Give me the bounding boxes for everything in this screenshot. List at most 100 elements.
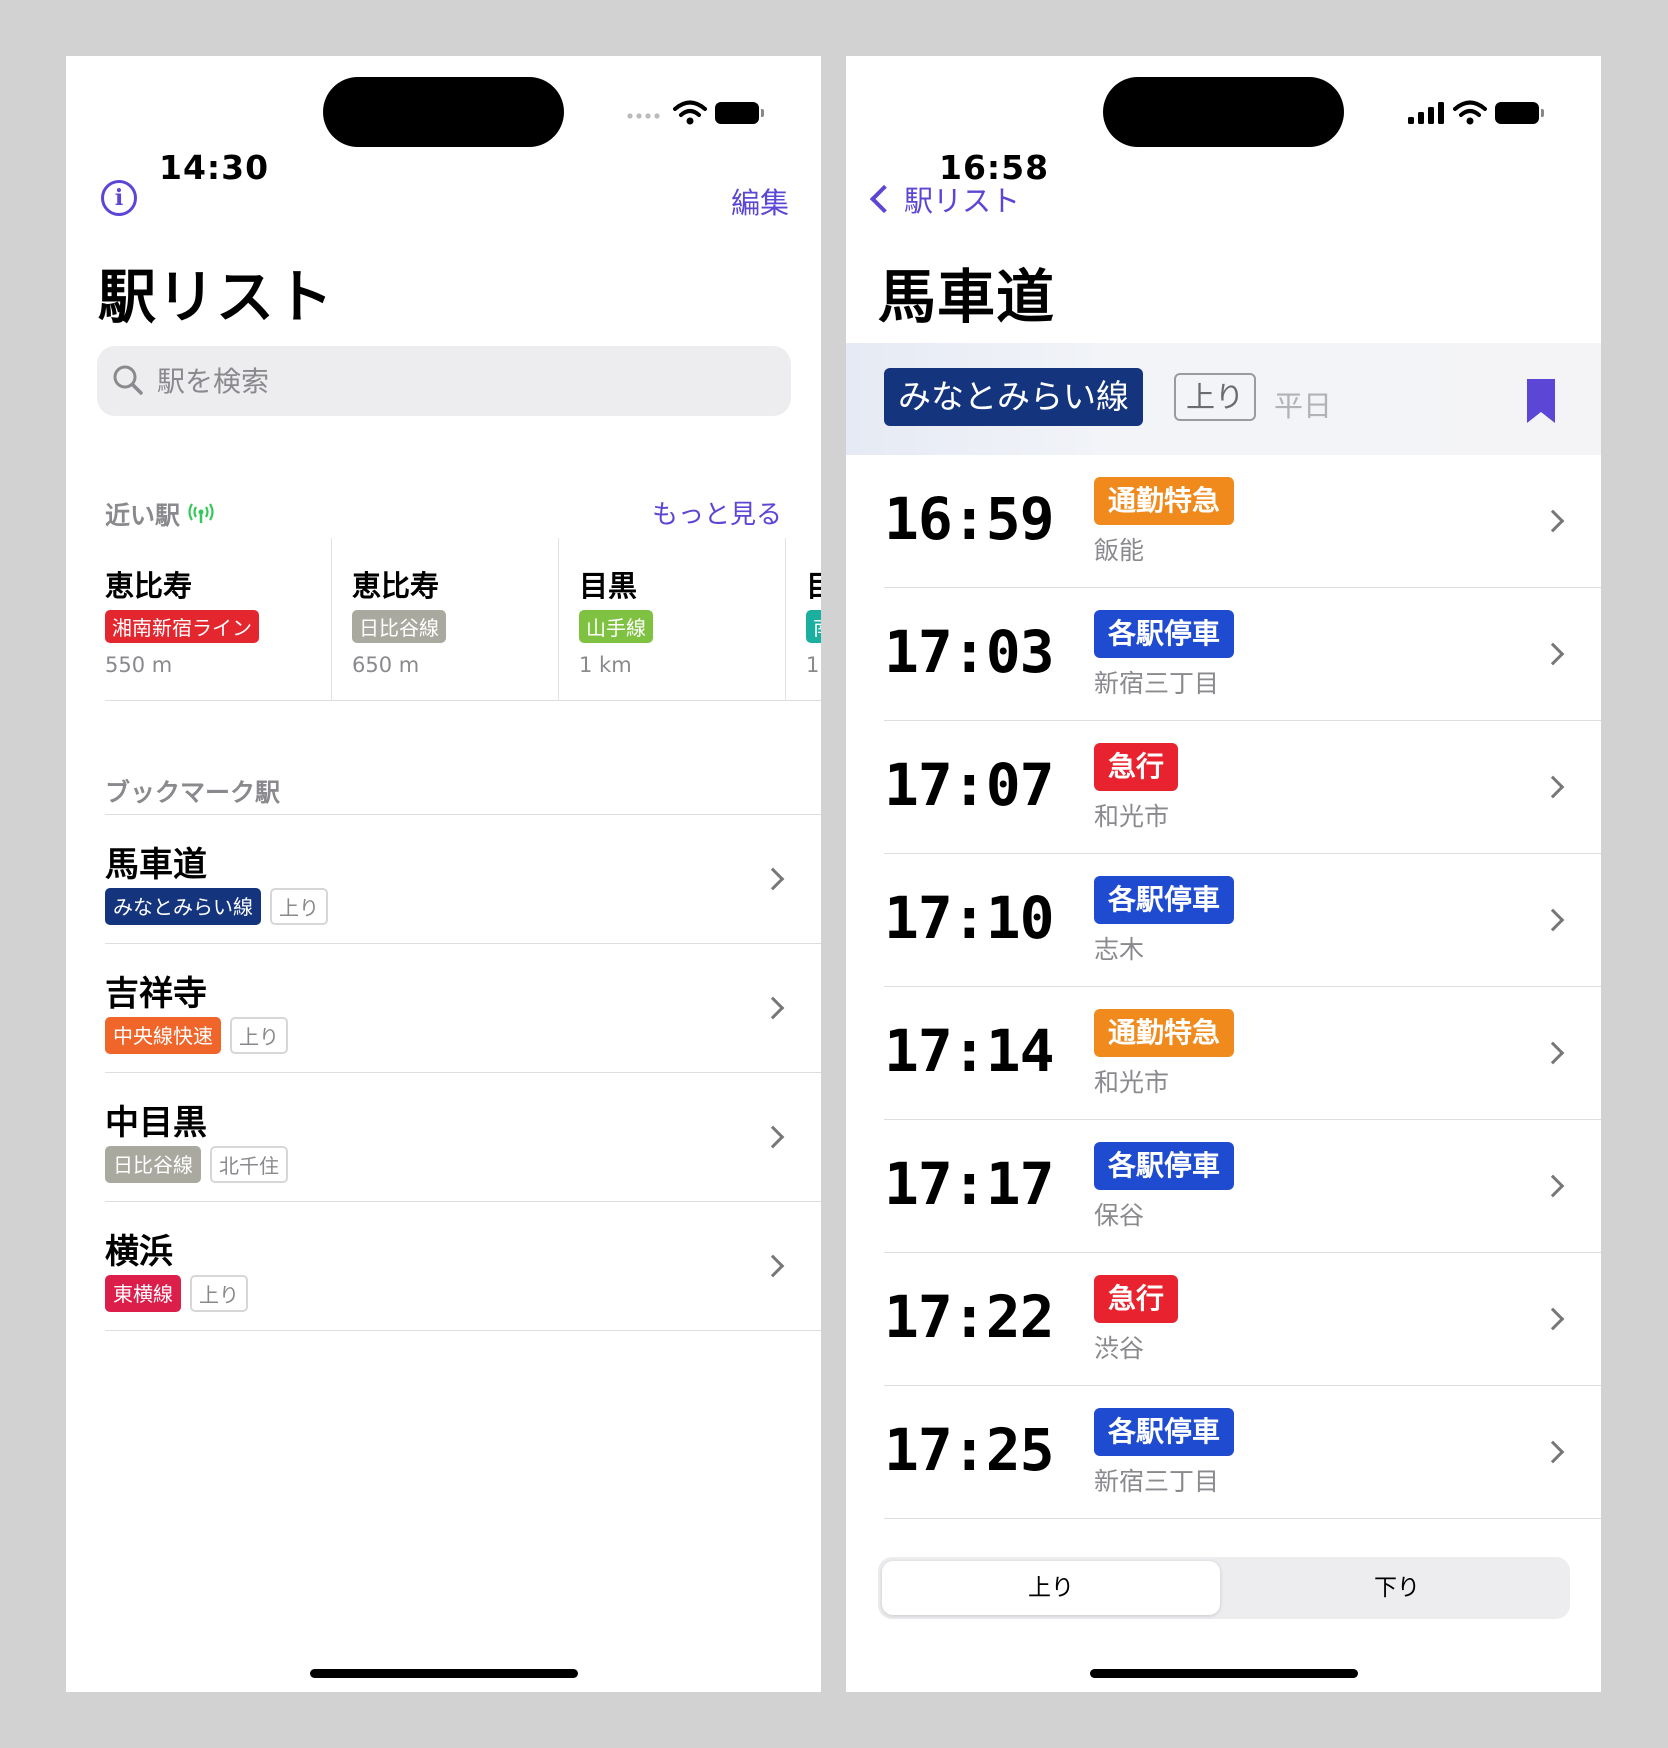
nearby-station-card[interactable]: 恵比寿 湘南新宿ライン 550 m (105, 538, 332, 700)
destination-label: 渋谷 (1094, 1334, 1145, 1363)
chevron-right-icon (761, 867, 785, 891)
train-type-badge: 各駅停車 (1094, 876, 1235, 924)
nearby-station-card[interactable]: 恵比寿 日比谷線 650 m (332, 538, 559, 700)
cellular-icon (1408, 102, 1444, 124)
departure-row[interactable]: 17:10 各駅停車 志木 (884, 854, 1601, 987)
distance-label: 1 km (579, 653, 632, 677)
segment-up[interactable]: 上り (882, 1561, 1220, 1615)
distance-label: 550 m (105, 653, 173, 677)
destination-label: 和光市 (1094, 802, 1170, 831)
departure-row[interactable]: 17:07 急行 和光市 (884, 721, 1601, 854)
departure-row[interactable]: 17:14 通勤特急 和光市 (884, 987, 1601, 1120)
station-name: 馬車道 (105, 845, 207, 885)
direction-badge: 上り (190, 1275, 248, 1312)
line-badge: みなとみらい線 (105, 888, 261, 925)
departure-row[interactable]: 17:17 各駅停車 保谷 (884, 1120, 1601, 1253)
bookmark-row[interactable]: 吉祥寺 中央線快速 上り (105, 944, 821, 1073)
destination-label: 飯能 (1094, 536, 1145, 565)
info-icon[interactable]: i (101, 180, 137, 216)
chevron-right-icon (1541, 509, 1565, 533)
chevron-right-icon (761, 1125, 785, 1149)
search-bar[interactable] (97, 346, 791, 416)
departure-time: 17:22 (884, 1283, 1055, 1351)
station-list-screen: 14:30 i 編集 駅リスト 近い駅 もっと (66, 56, 821, 1692)
nearby-station-card[interactable]: 目黒 山手線 1 km (559, 538, 786, 700)
direction-badge: 北千住 (210, 1146, 288, 1183)
bookmark-row[interactable]: 中目黒 日比谷線 北千住 (105, 1073, 821, 1202)
chevron-right-icon (761, 1254, 785, 1278)
train-type-badge: 通勤特急 (1094, 477, 1235, 525)
line-badge: 中央線快速 (105, 1017, 221, 1054)
chevron-left-icon (869, 184, 899, 214)
search-input[interactable] (157, 346, 757, 416)
destination-label: 新宿三丁目 (1094, 1467, 1220, 1496)
departure-time: 17:25 (884, 1416, 1055, 1484)
signal-antenna-icon (188, 503, 214, 523)
station-name: 恵比寿 (105, 569, 193, 603)
distance-label: 650 m (352, 653, 420, 677)
wifi-icon (673, 100, 707, 125)
edit-button[interactable]: 編集 (731, 180, 789, 222)
departure-row[interactable]: 17:03 各駅停車 新宿三丁目 (884, 588, 1601, 721)
back-button[interactable]: 駅リスト (864, 178, 1020, 220)
line-badge: 日比谷線 (105, 1146, 201, 1183)
bookmark-list: 馬車道 みなとみらい線 上り 吉祥寺 中央線快速 上り 中目黒 日比谷線 北千住 (105, 814, 821, 1331)
train-type-badge: 急行 (1094, 743, 1179, 791)
train-type-badge: 各駅停車 (1094, 610, 1235, 658)
departure-time: 16:59 (884, 485, 1055, 553)
nearby-section-header: 近い駅 (105, 496, 214, 532)
bookmark-row[interactable]: 横浜 東横線 上り (105, 1202, 821, 1331)
station-name: 吉祥寺 (105, 974, 207, 1014)
dynamic-island (1103, 77, 1344, 147)
distance-label: 1.1 km (806, 653, 821, 677)
segment-down[interactable]: 下り (1228, 1561, 1566, 1615)
departure-time: 17:10 (884, 884, 1055, 952)
departure-row[interactable]: 17:25 各駅停車 新宿三丁目 (884, 1386, 1601, 1519)
chevron-right-icon (1541, 1307, 1565, 1331)
chevron-right-icon (761, 996, 785, 1020)
more-link[interactable]: もっと見る (652, 494, 782, 531)
nearby-header-label: 近い駅 (105, 501, 181, 530)
train-type-badge: 急行 (1094, 1275, 1179, 1323)
line-badge: 山手線 (579, 610, 653, 643)
wifi-icon (1453, 100, 1487, 125)
bookmark-icon[interactable] (1527, 379, 1555, 423)
battery-icon (715, 102, 764, 124)
status-icons (1407, 100, 1544, 126)
line-badge: みなとみらい線 (884, 368, 1143, 426)
departure-row[interactable]: 17:22 急行 渋谷 (884, 1253, 1601, 1386)
direction-segmented-control[interactable]: 上り 下り (878, 1557, 1570, 1619)
cellular-icon (627, 113, 660, 119)
day-type-label: 平日 (1274, 389, 1333, 423)
station-name: 目黒 (579, 569, 638, 603)
station-name: 横浜 (105, 1232, 173, 1272)
chevron-right-icon (1541, 1440, 1565, 1464)
direction-badge: 上り (1174, 373, 1257, 421)
chevron-right-icon (1541, 1174, 1565, 1198)
direction-badge: 上り (270, 888, 328, 925)
bookmark-row[interactable]: 馬車道 みなとみらい線 上り (105, 815, 821, 944)
departure-time: 17:03 (884, 618, 1055, 686)
station-name: 目黒 (806, 568, 821, 604)
page-title: 駅リスト (98, 263, 335, 331)
timetable-header: みなとみらい線 上り 平日 (846, 343, 1601, 455)
line-badge: 東横線 (105, 1275, 181, 1312)
destination-label: 志木 (1094, 935, 1145, 964)
station-name: 中目黒 (105, 1103, 207, 1143)
back-label: 駅リスト (904, 184, 1021, 218)
destination-label: 保谷 (1094, 1201, 1145, 1230)
departure-time: 17:07 (884, 751, 1055, 819)
home-indicator (310, 1669, 578, 1678)
chevron-right-icon (1541, 642, 1565, 666)
destination-label: 和光市 (1094, 1068, 1170, 1097)
chevron-right-icon (1541, 1041, 1565, 1065)
chevron-right-icon (1541, 908, 1565, 932)
timetable-screen: 16:58 駅リスト 馬車道 みなとみらい線 上り 平日 16:59 通勤特急 … (846, 56, 1601, 1692)
departure-row[interactable]: 16:59 通勤特急 飯能 (884, 455, 1601, 588)
nearby-stations-carousel[interactable]: 恵比寿 湘南新宿ライン 550 m 恵比寿 日比谷線 650 m 目黒 山手線 … (105, 538, 821, 701)
home-indicator (1090, 1669, 1358, 1678)
line-badge: 南北線 (806, 610, 821, 643)
direction-badge: 上り (230, 1017, 288, 1054)
nearby-station-card[interactable]: 目黒 南北線 1.1 km (786, 538, 821, 700)
search-icon (113, 365, 143, 395)
